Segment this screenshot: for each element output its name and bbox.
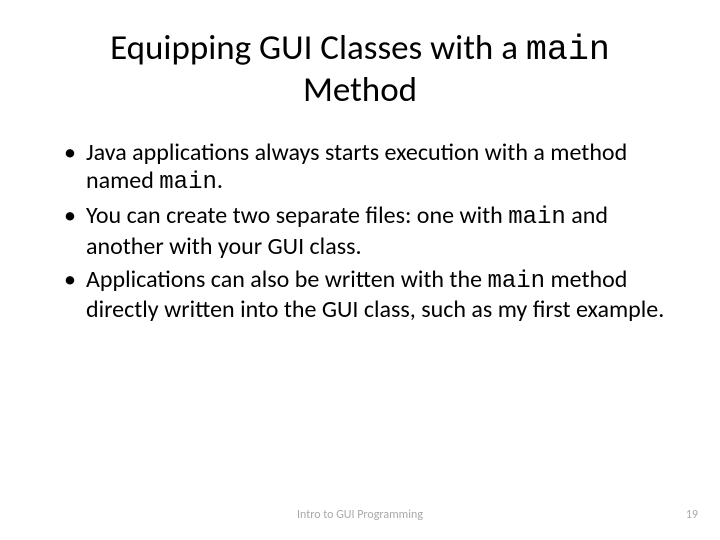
bullet-code: main (159, 169, 217, 196)
page-number: 19 (686, 508, 698, 522)
bullet-code: main (508, 204, 566, 231)
footer-text: Intro to GUI Programming (0, 508, 720, 522)
title-code: main (526, 30, 610, 70)
title-text-after: Method (303, 69, 417, 111)
slide-title: Equipping GUI Classes with a main Method (50, 28, 670, 111)
bullet-list: Java applications always starts executio… (50, 139, 670, 326)
bullet-code: main (487, 268, 545, 295)
bullet-text-pre: You can create two separate files: one w… (86, 201, 508, 230)
list-item: Applications can also be written with th… (60, 266, 670, 326)
list-item: Java applications always starts executio… (60, 139, 670, 199)
slide: Equipping GUI Classes with a main Method… (0, 0, 720, 540)
title-text-before: Equipping GUI Classes with a (110, 27, 526, 69)
bullet-text-post: . (217, 166, 223, 195)
bullet-text-pre: Applications can also be written with th… (86, 265, 487, 294)
list-item: You can create two separate files: one w… (60, 202, 670, 262)
